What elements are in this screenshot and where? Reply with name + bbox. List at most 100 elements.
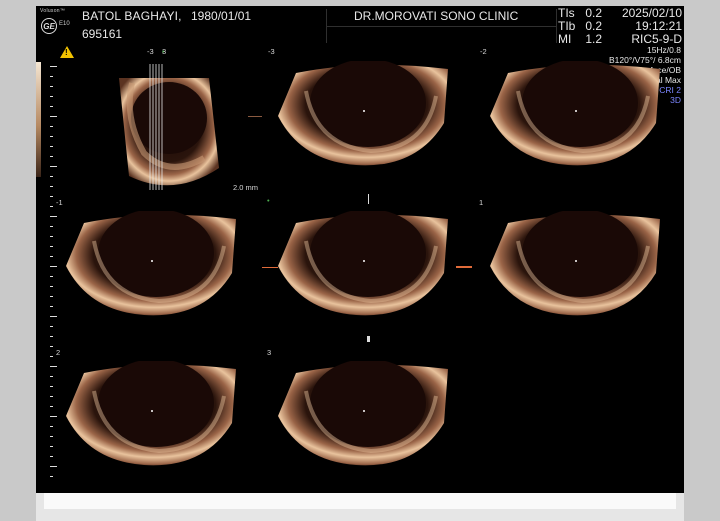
depth-tick <box>50 456 53 457</box>
depth-tick <box>50 146 53 147</box>
reference-slice <box>114 58 224 198</box>
center-tick <box>368 194 369 204</box>
probe-name: RIC5-9-D <box>631 32 682 46</box>
index-label-tib: TIb <box>558 19 576 33</box>
reference-label-right: 3 <box>162 47 167 56</box>
index-value-tis: 0.2 <box>585 6 602 20</box>
slice-pane-5[interactable] <box>488 211 663 321</box>
down-arrow-icon <box>367 336 370 342</box>
bottom-scrollbar[interactable] <box>36 493 684 521</box>
depth-tick <box>50 356 53 357</box>
depth-tick <box>50 446 53 447</box>
info-header: Voluson™ GE E10 BATOL BAGHAYI, 1980/01/0… <box>36 6 684 46</box>
slice-pane-4[interactable] <box>276 211 451 321</box>
cursor-right-arrow <box>456 266 472 268</box>
depth-tick <box>50 156 53 157</box>
slice-label-6: 3 <box>267 348 272 357</box>
brand-label: Voluson™ <box>40 8 66 14</box>
frame-rate: 15Hz/0.8 <box>646 45 681 55</box>
depth-tick <box>50 336 53 337</box>
index-label-tis: TIs <box>558 6 575 20</box>
depth-tick <box>50 436 53 437</box>
slice-label-1: -3 <box>268 47 275 56</box>
patient-name: BATOL BAGHAYI, <box>82 9 182 23</box>
slice-pane-3[interactable] <box>64 211 239 321</box>
slice-image <box>490 61 660 166</box>
cursor-left-dash <box>262 267 278 268</box>
depth-tick <box>50 196 53 197</box>
scrollbar-track[interactable] <box>44 493 676 509</box>
patient-id: 695161 <box>82 27 123 41</box>
header-divider-horizontal <box>326 26 556 27</box>
depth-tick <box>50 306 53 307</box>
depth-tick <box>50 326 53 327</box>
ultrasound-viewport: Voluson™ GE E10 BATOL BAGHAYI, 1980/01/0… <box>36 6 684 493</box>
exam-date: 2025/02/10 <box>621 6 682 20</box>
depth-tick <box>50 176 53 177</box>
depth-tick <box>50 166 57 167</box>
depth-tick <box>50 96 53 97</box>
index-label-mi: MI <box>558 32 572 46</box>
depth-tick <box>50 206 53 207</box>
depth-ruler <box>50 66 62 486</box>
depth-tick <box>50 266 57 267</box>
exam-time: 19:12:21 <box>635 19 682 33</box>
patient-dob: 1980/01/01 <box>191 9 252 23</box>
depth-tick <box>50 376 53 377</box>
slice-pane-1[interactable] <box>276 61 451 171</box>
depth-tick <box>50 136 53 137</box>
depth-tick <box>50 386 53 387</box>
depth-tick <box>50 246 53 247</box>
depth-tick <box>50 186 53 187</box>
depth-tick <box>50 316 57 317</box>
slice-label-3: -1 <box>56 198 63 207</box>
slice-spacing-label: 2.0 mm <box>233 183 259 192</box>
depth-tick <box>50 256 53 257</box>
depth-tick <box>50 276 53 277</box>
reference-label: -3 <box>147 47 154 56</box>
depth-tick <box>50 426 53 427</box>
depth-tick <box>50 296 53 297</box>
depth-tick <box>50 126 53 127</box>
slice-image <box>278 61 448 166</box>
index-value-tib: 0.2 <box>585 19 602 33</box>
ge-logo: GE <box>41 18 57 34</box>
clinic-name: DR.MOROVATI SONO CLINIC <box>354 9 519 23</box>
warning-triangle-icon[interactable]: ! <box>60 46 74 58</box>
slice-pane-7[interactable] <box>276 361 451 471</box>
depth-tick <box>50 216 57 217</box>
ge-logo-area: Voluson™ GE E10 <box>38 8 76 46</box>
depth-tick <box>50 116 57 117</box>
depth-tick <box>50 76 53 77</box>
slice-image <box>278 211 448 316</box>
slice-image <box>278 361 448 466</box>
grayscale-bar <box>36 62 41 177</box>
slice-image <box>490 211 660 316</box>
depth-tick <box>50 286 53 287</box>
header-divider <box>556 9 557 43</box>
depth-tick <box>50 226 53 227</box>
green-marker-icon: • <box>267 196 270 205</box>
slice-label-2: -2 <box>480 47 487 56</box>
depth-tick <box>50 396 53 397</box>
slice-pane-6[interactable] <box>64 361 239 471</box>
depth-tick <box>50 406 53 407</box>
slice-pane-2[interactable] <box>488 61 663 171</box>
depth-tick <box>50 86 53 87</box>
slice-label-5: 2 <box>56 348 61 357</box>
depth-tick <box>50 106 53 107</box>
depth-tick <box>50 236 53 237</box>
depth-tick <box>50 66 57 67</box>
depth-tick <box>50 476 53 477</box>
reference-slice-image <box>119 64 219 190</box>
depth-tick <box>50 366 57 367</box>
cursor-dash <box>248 116 262 117</box>
slice-image <box>66 361 236 466</box>
depth-tick <box>50 466 57 467</box>
slice-image <box>66 211 236 316</box>
model-label: E10 <box>59 21 70 27</box>
depth-tick <box>50 346 53 347</box>
depth-tick <box>50 416 57 417</box>
slice-label-4: 1 <box>479 198 484 207</box>
index-value-mi: 1.2 <box>585 32 602 46</box>
